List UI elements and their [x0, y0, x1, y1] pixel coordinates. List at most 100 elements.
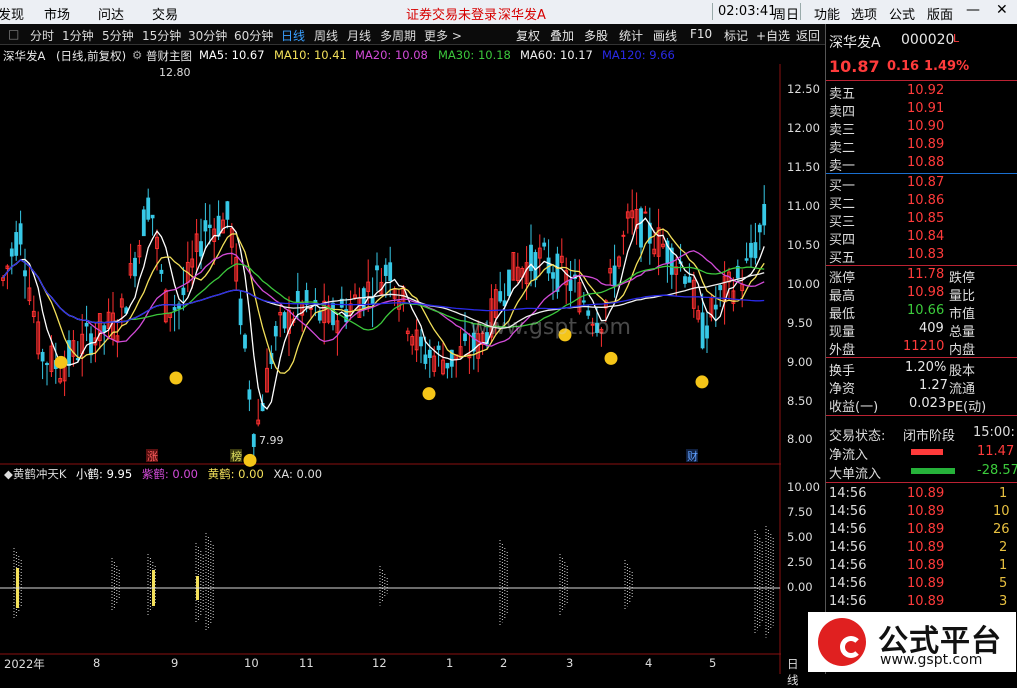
minimize-icon[interactable]: — [966, 2, 980, 18]
tick-vol: 3 [999, 594, 1008, 609]
tick-price: 10.89 [907, 522, 945, 537]
tool-draw[interactable]: 画线 [653, 27, 677, 44]
marker-cai[interactable]: 财 [687, 449, 698, 463]
ask-price[interactable]: 10.88 [907, 155, 944, 170]
menu-trade[interactable]: 交易 [152, 4, 178, 23]
tick-vol: 10 [993, 504, 1010, 519]
menu-options[interactable]: 选项 [851, 4, 877, 23]
close-icon[interactable]: ✕ [996, 2, 1008, 18]
candle-body [419, 336, 423, 347]
weekday: 周日 [773, 8, 800, 23]
candle-body [141, 209, 146, 237]
sub-indicator-name[interactable]: ◆黄鹤冲天K [4, 467, 66, 481]
candle-body [744, 258, 749, 261]
bid-price[interactable]: 10.83 [907, 247, 944, 262]
candle-body [84, 322, 89, 327]
menu-wenda[interactable]: 问达 [98, 4, 124, 23]
candle-body [331, 302, 335, 326]
menu-formula[interactable]: 公式 [889, 4, 915, 23]
tick-vol: 26 [993, 522, 1010, 537]
candle-body [555, 253, 560, 292]
smiley-signal-icon [243, 453, 257, 467]
stat-value: 11210 [903, 339, 945, 354]
stat-label: 收益(一) [829, 400, 879, 415]
bid-price[interactable]: 10.84 [907, 229, 944, 244]
tick-time: 14:56 [829, 504, 867, 519]
settings-icon[interactable]: ⚙ [132, 48, 142, 62]
candle-body [388, 262, 393, 282]
period-tab[interactable]: 60分钟 [234, 27, 273, 44]
period-tab[interactable]: 月线 [347, 27, 371, 44]
marker-bang[interactable]: 榜 [231, 449, 242, 463]
ask-label: 卖四 [829, 105, 856, 120]
period-tab[interactable]: 5分钟 [102, 27, 134, 44]
more-periods[interactable]: 更多 > [424, 27, 462, 44]
bid-label: 买五 [829, 251, 856, 266]
time-tick: 10 [244, 656, 259, 670]
period-tab[interactable]: 1分钟 [62, 27, 94, 44]
chart-mode: (日线,前复权) [56, 49, 127, 63]
stock-link[interactable]: 深华发A [498, 4, 546, 23]
tool-fuquan[interactable]: 复权 [516, 27, 540, 44]
price-tick: 10.00 [787, 277, 820, 291]
period-tab[interactable]: 周线 [314, 27, 338, 44]
stock-name: 深华发A [3, 49, 46, 63]
candle-body [238, 298, 243, 326]
period-tab[interactable]: 30分钟 [188, 27, 227, 44]
checkbox-icon[interactable]: □ [8, 27, 19, 41]
stat-value: 1.27 [919, 378, 948, 393]
candle-body [146, 197, 151, 220]
ask-price[interactable]: 10.90 [907, 119, 944, 134]
period-tab[interactable]: 分时 [30, 27, 54, 44]
price-tick: 8.50 [787, 394, 813, 408]
time-tick: 9 [171, 656, 179, 670]
quote-code: 000020 [901, 32, 955, 48]
quote-name: 深华发A [829, 35, 881, 51]
tick-time: 14:56 [829, 486, 867, 501]
bid-label: 买四 [829, 233, 856, 248]
big-inflow-label: 大单流入 [829, 467, 882, 482]
menu-function[interactable]: 功能 [814, 4, 840, 23]
login-alert[interactable]: 证券交易未登录 [406, 4, 497, 23]
tool-back[interactable]: 返回 [796, 27, 820, 44]
ma5-label: MA5: 10.67 [199, 48, 265, 62]
menu-layout[interactable]: 版面 [927, 4, 953, 23]
tool-stats[interactable]: 统计 [619, 27, 643, 44]
period-tab-active[interactable]: 日线 [281, 27, 305, 44]
tick-vol: 2 [999, 540, 1008, 555]
period-tab[interactable]: 15分钟 [142, 27, 181, 44]
marker-zhang[interactable]: 涨 [147, 450, 158, 463]
ask-price[interactable]: 10.92 [907, 83, 944, 98]
candle-body [375, 265, 379, 271]
tool-add-watch[interactable]: +自选 [756, 27, 790, 44]
bid-price[interactable]: 10.87 [907, 175, 944, 190]
candle-body [683, 276, 687, 284]
menu-market[interactable]: 市场 [44, 4, 70, 23]
tool-overlay[interactable]: 叠加 [550, 27, 574, 44]
candle-body [551, 272, 555, 279]
candle-body [581, 300, 586, 303]
sub-tick: 7.50 [787, 505, 813, 519]
period-tab[interactable]: 多周期 [380, 27, 416, 44]
net-inflow-bar [911, 449, 943, 455]
stat-value: 0.023 [909, 396, 947, 411]
bid-price[interactable]: 10.86 [907, 193, 944, 208]
candle-body [643, 211, 648, 214]
bid-label: 买二 [829, 197, 856, 212]
tool-f10[interactable]: F10 [690, 27, 712, 41]
kline-chart[interactable]: 12.80 7.99 涨 榜 财 www.gspt.com [0, 64, 781, 674]
candle-body [762, 204, 767, 226]
tool-multi[interactable]: 多股 [584, 27, 608, 44]
candle-body [383, 264, 388, 276]
formula-name[interactable]: 普财主图 [146, 48, 192, 64]
tool-mark[interactable]: 标记 [724, 27, 748, 44]
bid-price[interactable]: 10.85 [907, 211, 944, 226]
smiley-signal-icon [695, 375, 709, 389]
tick-price: 10.89 [907, 540, 945, 555]
ask-price[interactable]: 10.91 [907, 101, 944, 116]
tick-price: 10.89 [907, 576, 945, 591]
menu-discover[interactable]: 发现 [0, 4, 24, 23]
candle-body [133, 257, 137, 277]
candle-body [295, 290, 300, 304]
ask-price[interactable]: 10.89 [907, 137, 944, 152]
